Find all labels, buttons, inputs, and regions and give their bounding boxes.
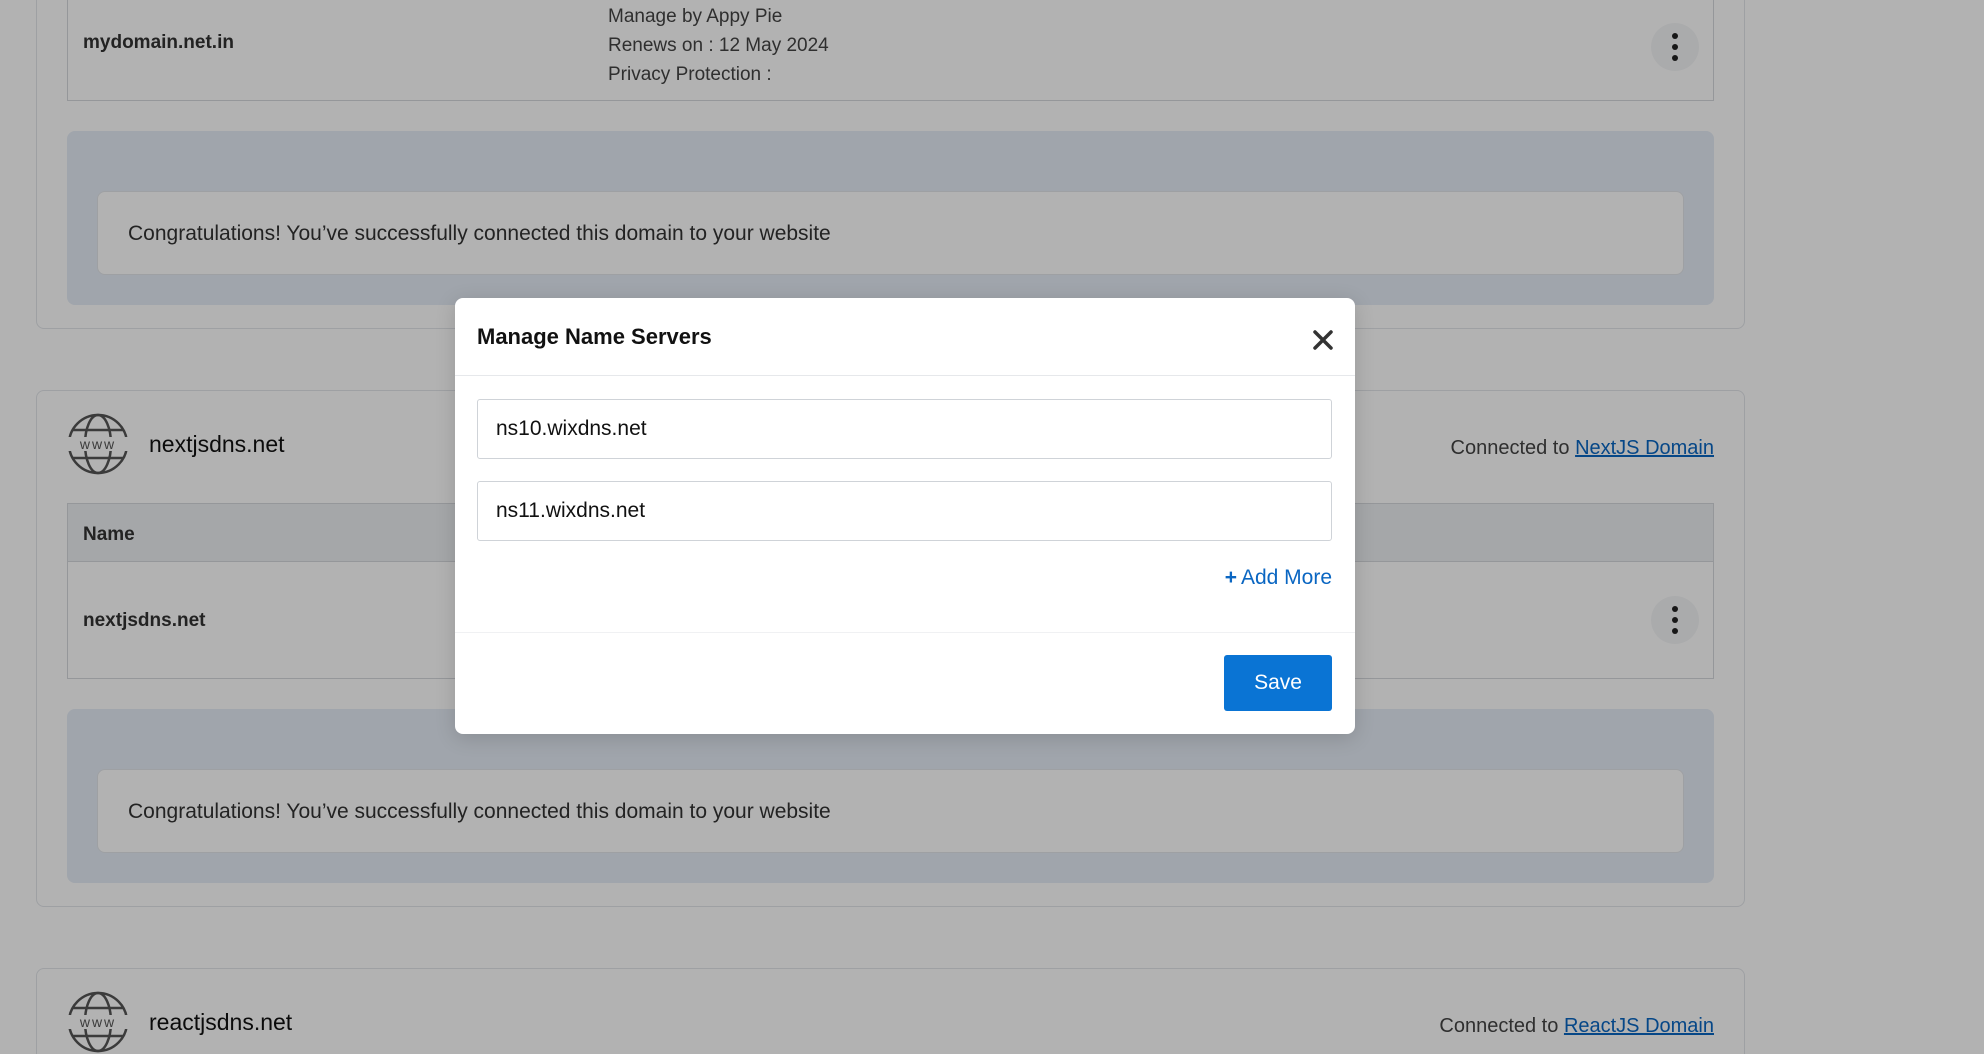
add-more-button[interactable]: + Add More <box>1225 566 1332 590</box>
modal-header: Manage Name Servers <box>455 298 1355 376</box>
domains-page: mydomain.net.in Manage by Appy Pie Renew… <box>0 0 1984 1054</box>
close-icon <box>1313 330 1333 350</box>
modal-footer: Save <box>455 632 1355 734</box>
plus-icon: + <box>1224 566 1237 589</box>
close-modal-button[interactable] <box>1309 326 1337 354</box>
name-server-input-2[interactable] <box>477 481 1332 541</box>
save-button[interactable]: Save <box>1224 655 1332 711</box>
manage-name-servers-modal: Manage Name Servers +Add More Save <box>455 298 1355 734</box>
add-more-label: Add More <box>1240 566 1332 589</box>
name-server-input-1[interactable] <box>477 399 1332 459</box>
modal-title: Manage Name Servers <box>477 324 712 349</box>
